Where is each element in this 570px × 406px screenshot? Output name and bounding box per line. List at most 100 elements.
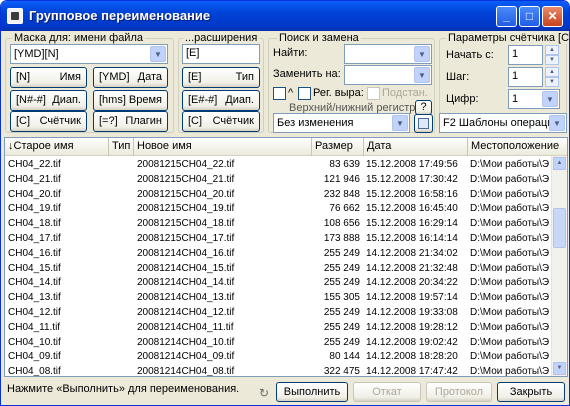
regex-checkbox[interactable]	[298, 87, 311, 100]
ext-range-text: Диап.	[225, 94, 254, 106]
chevron-down-icon[interactable]: ▼	[392, 115, 408, 131]
old-name-cell: CH04_20.tif	[8, 188, 61, 200]
table-row[interactable]: CH04_21.tif 20081215CH04_21.tif 121 946 15.…	[5, 173, 553, 188]
size-cell: 255 249	[323, 307, 360, 318]
ext-range-button[interactable]: [E#-#] Диап.	[182, 90, 260, 111]
maximize-button[interactable]: □	[519, 6, 540, 27]
spin-up-icon[interactable]: ▲	[545, 45, 559, 55]
log-button[interactable]: Протокол	[426, 382, 492, 402]
help-button[interactable]: ?	[415, 100, 432, 115]
table-row[interactable]: CH04_14.tif 20081214CH04_14.tif 255 249 14.…	[5, 276, 553, 291]
mask-date-code: [YMD]	[99, 71, 130, 83]
old-name-cell: CH04_18.tif	[8, 218, 61, 230]
mask-time-button[interactable]: [hms] Время	[93, 90, 168, 111]
templates-combo[interactable]: F2 Шаблоны операций ▼	[439, 113, 567, 133]
vertical-scrollbar[interactable]: ▲ ▼	[551, 156, 567, 376]
table-row[interactable]: CH04_11.tif 20081214CH04_11.tif 255 249 14.…	[5, 321, 553, 336]
step-input[interactable]: 1	[508, 67, 543, 87]
minimize-button[interactable]: _	[496, 6, 517, 27]
table-row[interactable]: CH04_19.tif 20081215CH04_19.tif 76 662 15.1…	[5, 202, 553, 217]
location-cell: D:\Мои работы\Э	[470, 366, 550, 377]
refresh-icon[interactable]: ↻	[259, 386, 269, 400]
spin-down-icon[interactable]: ▼	[545, 77, 559, 87]
table-row[interactable]: CH04_10.tif 20081214CH04_10.tif 255 249 14.…	[5, 336, 553, 351]
edit-button[interactable]	[414, 114, 433, 133]
extension-group-label: ...расширения	[183, 32, 260, 44]
col-old-name[interactable]: ↓Старое имя	[5, 138, 109, 156]
file-list[interactable]: ↓Старое имя Тип Новое имя Размер Дата Ме…	[4, 137, 568, 377]
chevron-down-icon[interactable]: ▼	[542, 91, 558, 107]
replace-combo[interactable]: ▼	[344, 65, 432, 85]
step-spinner[interactable]: ▲ ▼	[545, 67, 559, 87]
mask-name-code: [N]	[16, 71, 31, 83]
title-bar[interactable]: Групповое переименование _ □ ✕	[1, 1, 569, 31]
chevron-down-icon[interactable]: ▼	[549, 115, 565, 131]
location-cell: D:\Мои работы\Э	[470, 351, 550, 363]
mask-counter-button[interactable]: [C] Счётчик	[10, 111, 87, 132]
size-cell: 121 946	[323, 173, 360, 185]
table-row[interactable]: CH04_13.tif 20081214CH04_13.tif 155 305 14.…	[5, 291, 553, 306]
old-name-cell: CH04_17.tif	[8, 233, 61, 244]
size-cell: 255 249	[323, 277, 360, 289]
start-input[interactable]: 1	[508, 45, 543, 65]
mask-plugin-text: Плагин	[125, 115, 162, 127]
filename-mask-combo[interactable]: [YMD][N] ▼	[10, 44, 168, 64]
col-type[interactable]: Тип	[109, 138, 134, 156]
spin-down-icon[interactable]: ▼	[545, 55, 559, 65]
caret-checkbox[interactable]	[273, 87, 286, 100]
mask-range-button[interactable]: [N#-#] Диап.	[10, 90, 87, 111]
status-text: Нажмите «Выполнить» для переименования.	[7, 383, 240, 395]
date-cell: 15.12.2008 16:29:14	[366, 218, 458, 230]
scroll-thumb[interactable]	[553, 208, 566, 248]
start-spinner[interactable]: ▲ ▼	[545, 45, 559, 65]
new-name-cell: 20081214CH04_11.tif	[137, 321, 234, 333]
new-name-cell: 20081215CH04_22.tif	[137, 159, 235, 170]
col-location[interactable]: Местоположение	[468, 138, 567, 156]
table-row[interactable]: CH04_09.tif 20081214CH04_09.tif 80 144 14.1…	[5, 350, 553, 365]
date-cell: 15.12.2008 16:58:16	[366, 188, 458, 200]
size-cell: 155 305	[323, 292, 360, 304]
close-window-button[interactable]: ✕	[542, 6, 563, 27]
table-row[interactable]: CH04_20.tif 20081215CH04_20.tif 232 848 15.…	[5, 188, 553, 203]
ext-type-text: Тип	[235, 71, 254, 83]
location-cell: D:\Мои работы\Э	[470, 292, 550, 304]
table-row[interactable]: CH04_12.tif 20081214CH04_12.tif 255 249 14.…	[5, 306, 553, 321]
table-row[interactable]: CH04_22.tif 20081215CH04_22.tif 83 639 15.1…	[5, 158, 553, 173]
ext-type-button[interactable]: [E] Тип	[182, 67, 260, 88]
digits-combo[interactable]: 1 ▼	[508, 89, 560, 109]
run-button[interactable]: Выполнить	[276, 382, 348, 402]
table-row[interactable]: CH04_17.tif 20081215CH04_17.tif 173 888 15.…	[5, 232, 553, 247]
mask-plugin-button[interactable]: [=?] Плагин	[93, 111, 168, 132]
new-name-cell: 20081214CH04_14.tif	[137, 277, 235, 289]
find-combo[interactable]: ▼	[344, 44, 432, 64]
subst-checkbox[interactable]	[367, 87, 380, 100]
spin-up-icon[interactable]: ▲	[545, 67, 559, 77]
table-row[interactable]: CH04_15.tif 20081214CH04_15.tif 255 249 14.…	[5, 262, 553, 277]
mask-name-button[interactable]: [N] Имя	[10, 67, 87, 88]
table-row[interactable]: CH04_08.tif 20081214CH04_08.tif 322 475 14.…	[5, 365, 553, 377]
chevron-down-icon[interactable]: ▼	[150, 46, 166, 62]
step-label: Шаг:	[446, 71, 470, 83]
ext-counter-button[interactable]: [C] Счётчик	[182, 111, 260, 132]
old-name-cell: CH04_08.tif	[8, 366, 61, 377]
undo-button[interactable]: Откат	[353, 382, 421, 402]
close-button[interactable]: Закрыть	[497, 382, 565, 402]
table-row[interactable]: CH04_18.tif 20081215CH04_18.tif 108 656 15.…	[5, 217, 553, 232]
new-name-cell: 20081214CH04_15.tif	[137, 262, 235, 274]
mask-plugin-code: [=?]	[99, 115, 118, 127]
table-row[interactable]: CH04_16.tif 20081214CH04_16.tif 255 249 14.…	[5, 247, 553, 262]
scroll-up-icon[interactable]: ▲	[553, 157, 566, 170]
col-size[interactable]: Размер	[312, 138, 364, 156]
mask-date-button[interactable]: [YMD] Дата	[93, 67, 168, 88]
chevron-down-icon[interactable]: ▼	[414, 46, 430, 62]
old-name-cell: CH04_13.tif	[8, 292, 61, 304]
col-new-name[interactable]: Новое имя	[134, 138, 312, 156]
new-name-cell: 20081214CH04_16.tif	[137, 247, 235, 259]
find-label: Найти:	[273, 47, 308, 59]
extension-mask-input[interactable]: [E]	[182, 44, 260, 64]
caret-label: ^	[288, 87, 294, 99]
col-date[interactable]: Дата	[364, 138, 468, 156]
scroll-down-icon[interactable]: ▼	[553, 362, 566, 375]
chevron-down-icon[interactable]: ▼	[414, 67, 430, 83]
case-combo[interactable]: Без изменения ▼	[273, 113, 410, 133]
